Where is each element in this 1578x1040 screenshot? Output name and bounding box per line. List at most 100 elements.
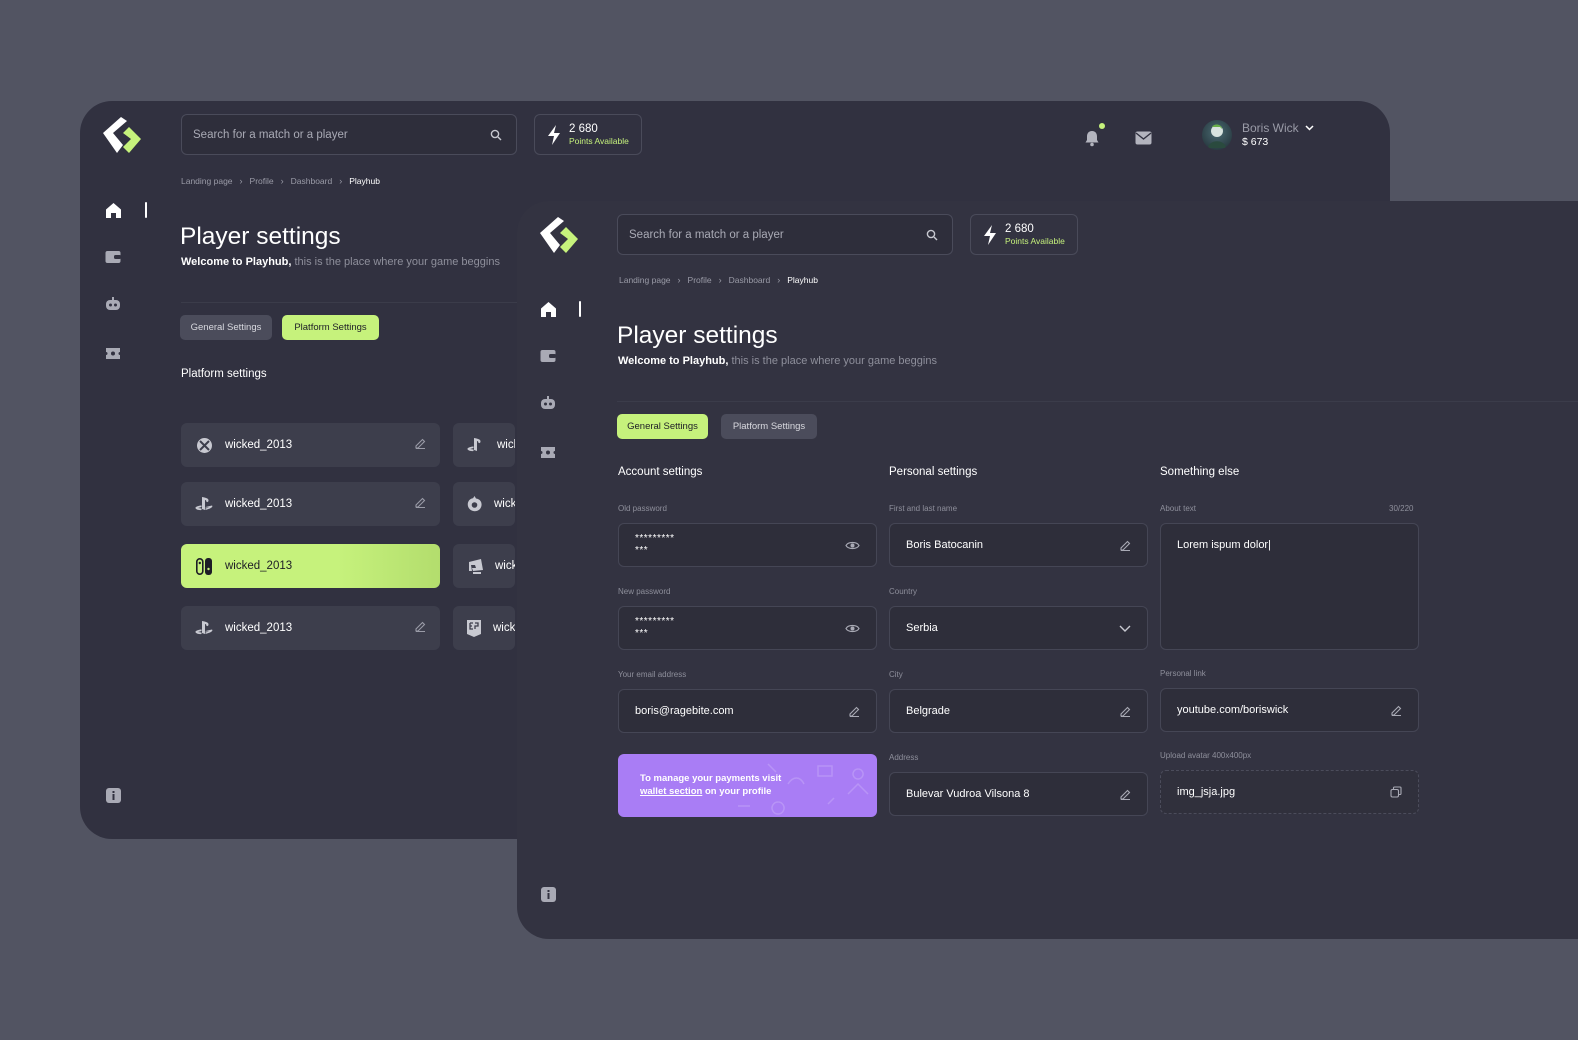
breadcrumb-item[interactable]: Landing page [181, 176, 233, 186]
user-menu[interactable]: Boris Wick $ 673 [1202, 120, 1314, 150]
edit-icon[interactable] [1391, 705, 1402, 716]
breadcrumb-item[interactable]: Landing page [619, 275, 671, 285]
platform-nintendo-switch[interactable]: wicked_2013 [181, 544, 440, 588]
sidebar-nav [104, 201, 124, 361]
name-label: First and last name [889, 504, 958, 513]
search-bar[interactable]: Search for a match or a player [181, 114, 517, 155]
xbox-icon [195, 436, 213, 454]
edit-icon[interactable] [1120, 789, 1131, 800]
nav-tickets[interactable] [104, 344, 122, 362]
promo-text: To manage your payments visit wallet sec… [640, 772, 855, 798]
subtitle-bold: Welcome to Playhub, [618, 355, 729, 367]
tab-platform-settings[interactable]: Platform Settings [721, 414, 817, 439]
platform-playstation[interactable]: wicked_2013 [181, 482, 440, 526]
wallet-icon [540, 350, 556, 362]
breadcrumb-item[interactable]: Dashboard [291, 176, 333, 186]
eye-icon[interactable] [845, 623, 860, 634]
platform-username: wicked_2013 [225, 622, 293, 634]
search-icon[interactable] [926, 229, 938, 241]
gamepad-icon [106, 297, 120, 310]
nav-home[interactable] [104, 201, 122, 219]
info-button[interactable] [538, 884, 558, 904]
new-password-field[interactable]: ********* *** [618, 606, 877, 650]
breadcrumb-item[interactable]: Dashboard [729, 275, 771, 285]
avatar[interactable] [1202, 120, 1232, 150]
about-value: Lorem ispum dolor| [1177, 539, 1271, 551]
breadcrumb-item[interactable]: Profile [250, 176, 274, 186]
platform-username: wick [493, 622, 515, 634]
new-password-label: New password [618, 587, 671, 596]
nav-home[interactable] [539, 300, 557, 318]
edit-icon[interactable] [1120, 540, 1131, 551]
name-field[interactable]: Boris Batocanin [889, 523, 1148, 567]
old-password-field[interactable]: ********* *** [618, 523, 877, 567]
search-icon[interactable] [490, 129, 502, 141]
platform-playstation[interactable]: wicked_2013 [181, 606, 440, 650]
nav-games[interactable] [104, 295, 122, 313]
address-field[interactable]: Bulevar Vudroa Vilsona 8 [889, 772, 1148, 816]
city-value: Belgrade [906, 705, 951, 717]
tab-platform-settings[interactable]: Platform Settings [282, 315, 379, 340]
edit-icon[interactable] [415, 621, 426, 635]
platform-username: wick [494, 498, 515, 510]
playhub-logo[interactable] [536, 215, 582, 255]
info-button[interactable] [103, 785, 123, 805]
search-input[interactable]: Search for a match or a player [193, 129, 348, 141]
chevron-down-icon[interactable] [1119, 625, 1131, 632]
eye-icon[interactable] [845, 540, 860, 551]
platform-riot[interactable]: wick [453, 544, 515, 588]
city-label: City [889, 670, 903, 679]
divider [617, 401, 1578, 402]
edit-icon[interactable] [415, 438, 426, 452]
breadcrumb-item[interactable]: Profile [688, 275, 712, 285]
tab-general-settings[interactable]: General Settings [180, 315, 272, 340]
platform-playstation-2[interactable]: wick [453, 423, 515, 467]
platform-username: wicked_2013 [225, 439, 293, 451]
nav-wallet[interactable] [104, 248, 122, 266]
page-subtitle: Welcome to Playhub, this is the place wh… [618, 355, 937, 367]
messages-button[interactable] [1133, 128, 1153, 148]
breadcrumb-current[interactable]: Playhub [787, 275, 818, 285]
country-select[interactable]: Serbia [889, 606, 1148, 650]
epic-icon [467, 619, 481, 637]
breadcrumb-current[interactable]: Playhub [349, 176, 380, 186]
nav-wallet[interactable] [539, 347, 557, 365]
search-input[interactable]: Search for a match or a player [629, 229, 784, 241]
edit-icon[interactable] [849, 706, 860, 717]
email-field[interactable]: boris@ragebite.com [618, 689, 877, 733]
chevron-down-icon[interactable] [1305, 125, 1314, 131]
chevron-right-icon: › [677, 275, 681, 285]
platform-epic[interactable]: wick [453, 606, 515, 650]
lightning-icon [548, 124, 560, 145]
personal-settings-title: Personal settings [889, 466, 978, 478]
promo-line-2: on your profile [702, 786, 772, 797]
points-widget[interactable]: 2 680 Points Available [534, 114, 642, 155]
user-balance: $ 673 [1242, 136, 1269, 148]
subtitle-text: this is the place where your game beggin… [291, 256, 500, 268]
nav-tickets[interactable] [539, 443, 557, 461]
platform-username: wicked_2013 [225, 498, 293, 510]
edit-icon[interactable] [415, 497, 426, 511]
platform-origin[interactable]: wick [453, 482, 515, 526]
personal-link-label: Personal link [1160, 669, 1206, 678]
password-line: ********* *** [635, 533, 675, 556]
edit-icon[interactable] [1120, 706, 1131, 717]
tab-general-settings[interactable]: General Settings [617, 414, 708, 439]
about-textarea[interactable]: Lorem ispum dolor| [1160, 523, 1419, 650]
playhub-logo[interactable] [99, 115, 145, 155]
personal-link-field[interactable]: youtube.com/boriswick [1160, 688, 1419, 732]
search-bar[interactable]: Search for a match or a player [617, 214, 953, 255]
nav-games[interactable] [539, 394, 557, 412]
copy-icon[interactable] [1390, 786, 1402, 798]
platform-xbox[interactable]: wicked_2013 [181, 423, 440, 467]
notification-bell[interactable] [1082, 128, 1102, 148]
something-else-title: Something else [1160, 466, 1240, 478]
riot-icon [467, 557, 483, 575]
old-password-label: Old password [618, 504, 667, 513]
chevron-right-icon: › [239, 176, 243, 186]
points-widget[interactable]: 2 680 Points Available [970, 214, 1078, 255]
wallet-section-link[interactable]: wallet section [640, 786, 702, 797]
avatar-upload-field[interactable]: img_jsja.jpg [1160, 770, 1419, 814]
lightning-icon [984, 224, 996, 245]
city-field[interactable]: Belgrade [889, 689, 1148, 733]
